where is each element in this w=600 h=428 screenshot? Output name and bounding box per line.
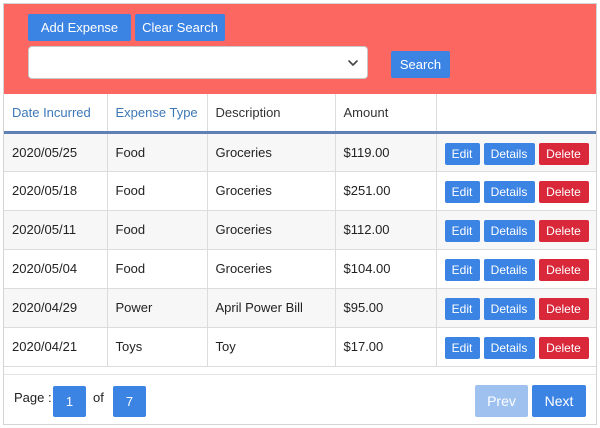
- header-date-incurred[interactable]: Date Incurred: [4, 94, 108, 134]
- delete-button[interactable]: Delete: [538, 219, 589, 242]
- delete-button[interactable]: Delete: [538, 336, 589, 359]
- delete-button[interactable]: Delete: [538, 142, 589, 165]
- table-row: 2020/05/25 Food Groceries $119.00 Edit Detail…: [4, 132, 596, 172]
- cell-expense-type: Food: [107, 249, 208, 289]
- cell-expense-type: Power: [107, 288, 208, 328]
- cell-description: April Power Bill: [207, 288, 336, 328]
- table-header-row: Date Incurred Expense Type Description A…: [4, 94, 596, 134]
- pagination: Page : 1 of 7 Prev Next: [4, 374, 596, 424]
- add-expense-button[interactable]: Add Expense: [28, 14, 131, 41]
- current-page-box[interactable]: 1: [53, 386, 86, 417]
- header-description: Description: [207, 94, 336, 134]
- expense-type-select[interactable]: [28, 46, 368, 79]
- search-button[interactable]: Search: [391, 51, 450, 78]
- cell-expense-type: Toys: [107, 327, 208, 367]
- cell-expense-type: Food: [107, 171, 208, 211]
- cell-date: 2020/04/21: [4, 327, 108, 367]
- cell-actions: Edit Details Delete: [436, 327, 596, 367]
- edit-button[interactable]: Edit: [444, 297, 480, 320]
- cell-amount: $119.00: [335, 132, 437, 172]
- cell-description: Groceries: [207, 210, 336, 250]
- cell-date: 2020/05/18: [4, 171, 108, 211]
- cell-expense-type: Food: [107, 132, 208, 172]
- delete-button[interactable]: Delete: [538, 297, 589, 320]
- details-button[interactable]: Details: [483, 142, 535, 165]
- cell-amount: $17.00: [335, 327, 437, 367]
- cell-actions: Edit Details Delete: [436, 210, 596, 250]
- cell-description: Groceries: [207, 171, 336, 211]
- cell-amount: $95.00: [335, 288, 437, 328]
- page-label: Page :: [14, 390, 52, 405]
- prev-button[interactable]: Prev: [475, 385, 528, 417]
- table-row: 2020/04/21 Toys Toy $17.00 Edit Details Delete: [4, 327, 596, 367]
- cell-amount: $251.00: [335, 171, 437, 211]
- edit-button[interactable]: Edit: [444, 219, 480, 242]
- table-row: 2020/05/11 Food Groceries $112.00 Edit Detail…: [4, 210, 596, 250]
- expense-list-panel: Add Expense Clear Search Search Date Inc…: [3, 3, 597, 425]
- edit-button[interactable]: Edit: [444, 258, 480, 281]
- delete-button[interactable]: Delete: [538, 258, 589, 281]
- edit-button[interactable]: Edit: [444, 142, 480, 165]
- search-toolbar: Add Expense Clear Search Search: [4, 4, 596, 94]
- details-button[interactable]: Details: [483, 297, 535, 320]
- cell-actions: Edit Details Delete: [436, 132, 596, 172]
- next-button[interactable]: Next: [532, 385, 586, 417]
- cell-actions: Edit Details Delete: [436, 171, 596, 211]
- table-row: 2020/05/04 Food Groceries $104.00 Edit Detail…: [4, 249, 596, 289]
- edit-button[interactable]: Edit: [444, 180, 480, 203]
- details-button[interactable]: Details: [483, 219, 535, 242]
- cell-date: 2020/05/04: [4, 249, 108, 289]
- details-button[interactable]: Details: [483, 258, 535, 281]
- table-row: 2020/04/29 Power April Power Bill $95.00 Edi…: [4, 288, 596, 328]
- details-button[interactable]: Details: [483, 336, 535, 359]
- cell-expense-type: Food: [107, 210, 208, 250]
- cell-amount: $112.00: [335, 210, 437, 250]
- total-pages-box: 7: [113, 386, 146, 417]
- header-actions: [436, 94, 596, 134]
- table-row: 2020/05/18 Food Groceries $251.00 Edit Detail…: [4, 171, 596, 211]
- delete-button[interactable]: Delete: [538, 180, 589, 203]
- header-amount: Amount: [335, 94, 437, 134]
- cell-date: 2020/05/25: [4, 132, 108, 172]
- of-label: of: [93, 390, 104, 405]
- cell-amount: $104.00: [335, 249, 437, 289]
- header-expense-type[interactable]: Expense Type: [107, 94, 208, 134]
- cell-description: Toy: [207, 327, 336, 367]
- details-button[interactable]: Details: [483, 180, 535, 203]
- chevron-down-icon: [348, 60, 358, 66]
- cell-description: Groceries: [207, 132, 336, 172]
- cell-actions: Edit Details Delete: [436, 249, 596, 289]
- cell-date: 2020/04/29: [4, 288, 108, 328]
- cell-date: 2020/05/11: [4, 210, 108, 250]
- cell-actions: Edit Details Delete: [436, 288, 596, 328]
- cell-description: Groceries: [207, 249, 336, 289]
- edit-button[interactable]: Edit: [444, 336, 480, 359]
- expense-table: Date Incurred Expense Type Description A…: [4, 94, 596, 367]
- clear-search-button[interactable]: Clear Search: [135, 14, 225, 41]
